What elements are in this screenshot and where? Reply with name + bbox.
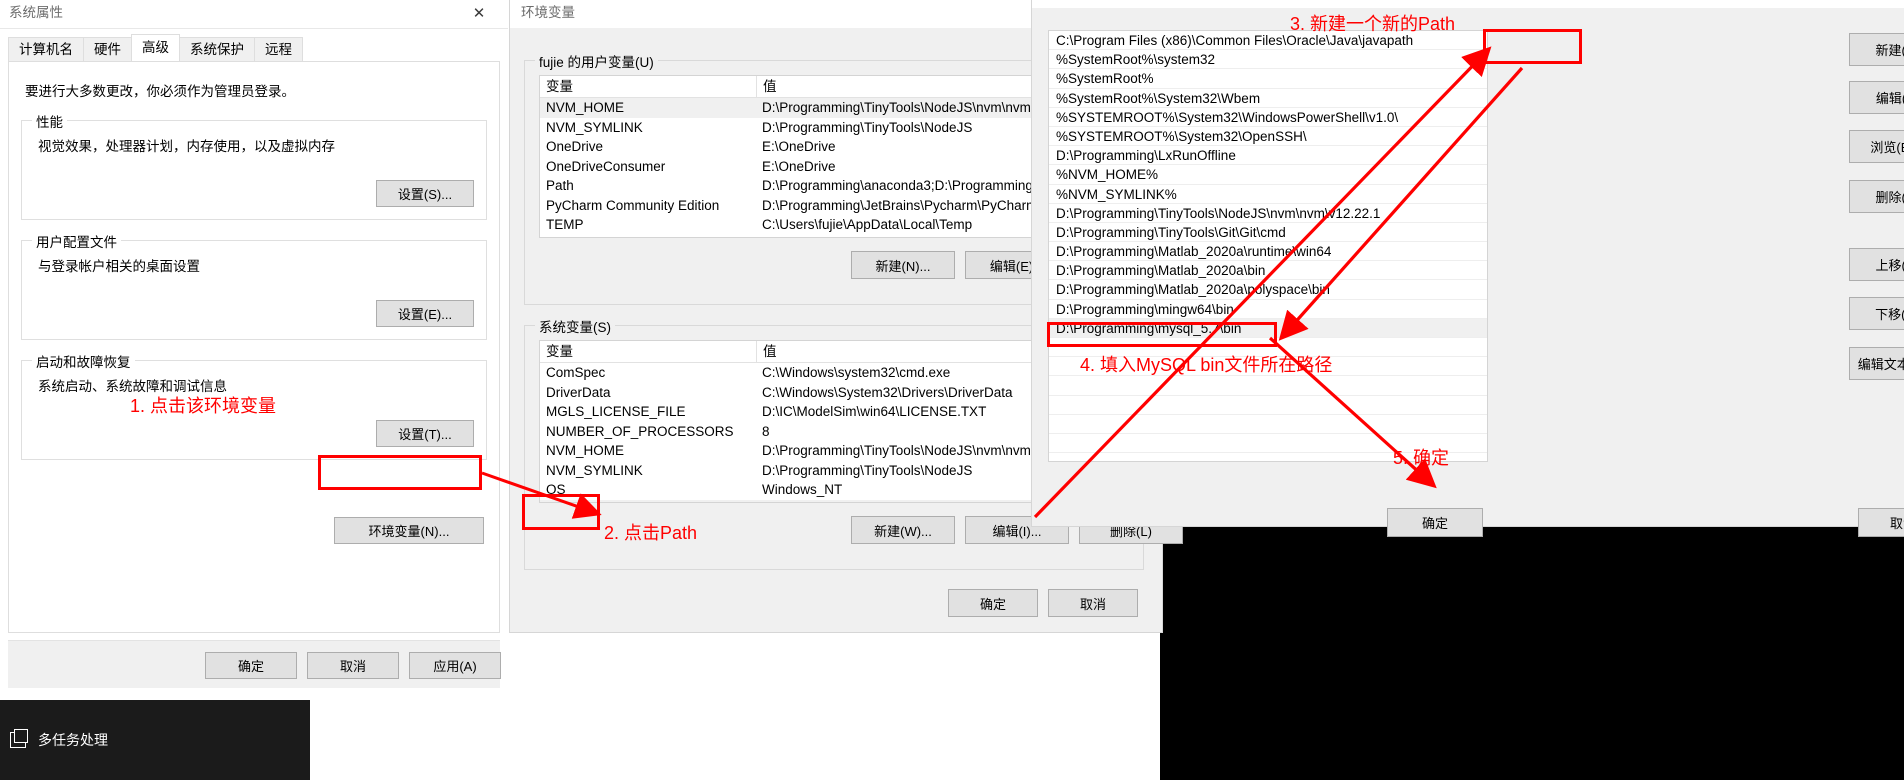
edit-env-title: 编辑环境变量 <box>1032 0 1904 8</box>
edit-env-body: C:\Program Files (x86)\Common Files\Orac… <box>1032 8 1904 537</box>
path-delete-button[interactable]: 删除(D) <box>1849 180 1904 213</box>
group-performance: 性能 视觉效果，处理器计划，内存使用，以及虚拟内存 设置(S)... <box>21 111 487 220</box>
group-user-profiles: 用户配置文件 与登录帐户相关的桌面设置 设置(E)... <box>21 231 487 340</box>
system-var-name: MGLS_LICENSE_FILE <box>546 404 686 419</box>
system-properties-footer: 确定 取消 应用(A) <box>8 640 501 688</box>
list-item[interactable]: %NVM_HOME% <box>1049 165 1487 185</box>
tab-computer-name[interactable]: 计算机名 <box>8 37 84 61</box>
user-var-name: NVM_HOME <box>546 100 625 115</box>
user-var-new-button[interactable]: 新建(N)... <box>851 251 955 279</box>
user-var-name: TEMP <box>546 217 584 232</box>
system-var-name: OS <box>546 482 566 497</box>
edit-environment-variable-window: 编辑环境变量 C:\Program Files (x86)\Common Fil… <box>1032 0 1904 537</box>
path-new-button[interactable]: 新建(N) <box>1849 33 1904 66</box>
user-var-name: OneDrive <box>546 139 604 154</box>
tab-page-advanced: 要进行大多数更改，你必须作为管理员登录。 性能 视觉效果，处理器计划，内存使用，… <box>8 61 500 633</box>
user-var-name: Path <box>546 178 574 193</box>
group-startup-recovery-label: 启动和故障恢复 <box>32 351 135 371</box>
system-properties-body: 计算机名 硬件 高级 系统保护 远程 要进行大多数更改，你必须作为管理员登录。 … <box>0 28 508 688</box>
list-item[interactable]: %NVM_SYMLINK% <box>1049 185 1487 204</box>
tab-hardware[interactable]: 硬件 <box>83 37 132 61</box>
user-var-name: OneDriveConsumer <box>546 158 666 174</box>
desktop-black-area-right <box>1160 524 1904 780</box>
group-system-variables-label: 系统变量(S) <box>535 316 615 336</box>
user-col-variable: 变量 <box>546 79 573 94</box>
user-var-name: PyCharm Community Edition <box>546 197 720 213</box>
list-item-mysql-path[interactable]: D:\Programming\mysql_5.7\bin <box>1049 318 1487 338</box>
group-performance-desc: 视觉效果，处理器计划，内存使用，以及虚拟内存 <box>38 139 335 154</box>
user-profiles-settings-button[interactable]: 设置(E)... <box>376 300 474 327</box>
annotation-step-5: 5. 确定 <box>1393 448 1450 468</box>
environment-variables-button[interactable]: 环境变量(N)... <box>334 517 484 544</box>
list-item[interactable]: D:\Programming\LxRunOffline <box>1049 146 1487 166</box>
path-move-down-button[interactable]: 下移(O) <box>1849 297 1904 330</box>
tab-system-protection[interactable]: 系统保护 <box>179 37 255 61</box>
admin-note: 要进行大多数更改，你必须作为管理员登录。 <box>25 84 295 99</box>
list-item[interactable]: %SystemRoot% <box>1049 69 1487 89</box>
list-item[interactable]: D:\Programming\TinyTools\NodeJS\nvm\nvm\… <box>1049 204 1487 223</box>
path-browse-button[interactable]: 浏览(B)... <box>1849 130 1904 163</box>
system-var-name: NVM_SYMLINK <box>546 462 643 478</box>
list-item[interactable]: D:\Programming\Matlab_2020a\bin <box>1049 261 1487 281</box>
list-item[interactable]: D:\Programming\Matlab_2020a\runtime\win6… <box>1049 242 1487 262</box>
list-item[interactable] <box>1049 396 1487 415</box>
close-icon[interactable]: ✕ <box>456 0 502 28</box>
system-var-name: NUMBER_OF_PROCESSORS <box>546 423 734 439</box>
system-var-name: NVM_HOME <box>546 443 625 458</box>
path-edit-button[interactable]: 编辑(E) <box>1849 81 1904 114</box>
system-var-name: DriverData <box>546 384 611 400</box>
path-edit-text-button[interactable]: 编辑文本(T)... <box>1849 347 1904 380</box>
list-item[interactable] <box>1049 415 1487 434</box>
taskbar-label: 多任务处理 <box>38 732 108 748</box>
list-item[interactable]: D:\Programming\mingw64\bin <box>1049 300 1487 319</box>
system-properties-title: 系统属性 <box>0 0 510 28</box>
group-user-variables-label: fujie 的用户变量(U) <box>535 51 658 71</box>
list-item[interactable]: %SYSTEMROOT%\System32\WindowsPowerShell\… <box>1049 108 1487 127</box>
system-var-new-button[interactable]: 新建(W)... <box>851 516 955 544</box>
path-entries-list[interactable]: C:\Program Files (x86)\Common Files\Orac… <box>1048 30 1488 462</box>
tabstrip: 计算机名 硬件 高级 系统保护 远程 <box>8 34 303 61</box>
system-properties-window: 系统属性 ✕ 计算机名 硬件 高级 系统保护 远程 要进行大多数更改，你必须作为… <box>0 0 510 688</box>
tab-remote[interactable]: 远程 <box>254 37 303 61</box>
group-user-profiles-label: 用户配置文件 <box>32 231 121 251</box>
edit-env-ok-button[interactable]: 确定 <box>1387 508 1483 537</box>
system-var-name: ComSpec <box>546 365 606 380</box>
multitask-icon[interactable] <box>10 729 28 748</box>
path-move-up-button[interactable]: 上移(U) <box>1849 248 1904 281</box>
user-var-name: NVM_SYMLINK <box>546 119 643 135</box>
annotation-step-4: 4. 填入MySQL bin文件所在路径 <box>1080 355 1333 375</box>
annotation-step-1: 1. 点击该环境变量 <box>130 396 277 416</box>
list-item[interactable]: D:\Programming\TinyTools\Git\Git\cmd <box>1049 223 1487 243</box>
list-item[interactable]: %SystemRoot%\System32\Wbem <box>1049 89 1487 108</box>
env-ok-button[interactable]: 确定 <box>948 589 1038 617</box>
user-var-name: TMP <box>540 235 756 238</box>
performance-settings-button[interactable]: 设置(S)... <box>376 180 474 207</box>
list-item[interactable]: %SystemRoot%\system32 <box>1049 50 1487 70</box>
edit-env-cancel-button[interactable]: 取消 <box>1858 508 1904 537</box>
list-item[interactable] <box>1049 376 1487 396</box>
system-col-variable: 变量 <box>546 344 573 359</box>
group-user-profiles-desc: 与登录帐户相关的桌面设置 <box>38 259 200 274</box>
taskbar: 多任务处理 <box>0 700 310 780</box>
group-performance-label: 性能 <box>32 111 67 131</box>
system-properties-apply-button[interactable]: 应用(A) <box>409 652 501 679</box>
list-item[interactable]: %SYSTEMROOT%\System32\OpenSSH\ <box>1049 127 1487 147</box>
annotation-step-2: 2. 点击Path <box>604 523 698 543</box>
startup-recovery-settings-button[interactable]: 设置(T)... <box>376 420 474 447</box>
tab-advanced[interactable]: 高级 <box>131 34 180 61</box>
env-cancel-button[interactable]: 取消 <box>1048 589 1138 617</box>
system-properties-ok-button[interactable]: 确定 <box>205 652 297 679</box>
annotation-step-3: 3. 新建一个新的Path <box>1290 14 1456 34</box>
list-item[interactable]: D:\Programming\Matlab_2020a\polyspace\bi… <box>1049 280 1487 300</box>
system-var-name: Path <box>540 500 756 503</box>
system-properties-cancel-button[interactable]: 取消 <box>307 652 399 679</box>
